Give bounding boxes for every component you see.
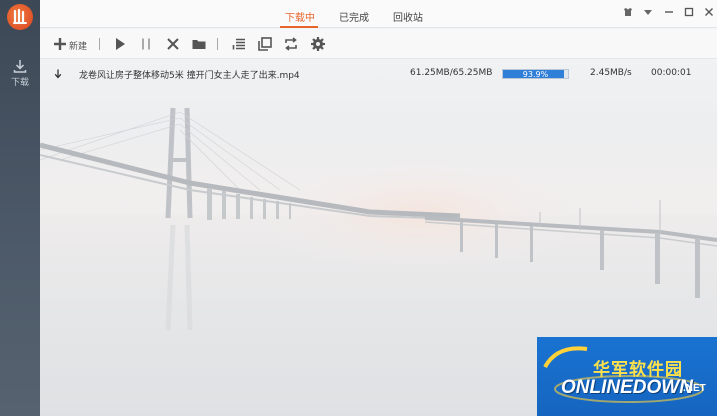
add-icon[interactable] [52,36,68,52]
pause-icon[interactable] [138,36,154,52]
play-icon[interactable] [112,36,128,52]
toolbar-divider [99,38,100,50]
skin-icon[interactable] [622,6,634,18]
repeat-icon[interactable] [283,36,299,52]
minimize-icon[interactable] [663,6,675,18]
tab-bar: 下载中 已完成 回收站 [40,0,717,28]
tab-recycle-bin[interactable]: 回收站 [393,9,423,24]
sidebar-item-download[interactable]: 下载 [0,58,40,92]
new-task-button[interactable]: 新建 [69,39,87,52]
watermark-net-text: .NET [683,383,706,394]
sidebar-item-label: 下载 [10,78,29,88]
tab-completed[interactable]: 已完成 [339,9,369,24]
watermark-en-text: ONLINEDOWN [561,377,693,398]
toolbar: 新建 [40,29,717,59]
copy-icon[interactable] [257,36,273,52]
tab-downloading[interactable]: 下载中 [285,9,315,24]
close-icon[interactable] [703,6,715,18]
active-tab-indicator [280,26,318,28]
download-icon [13,60,27,73]
table-row[interactable]: 龙卷风让房子整体移动5米 撞开门女主人走了出来.mp4 61.25MB/65.2… [40,64,717,84]
task-size: 61.25MB/65.25MB [410,68,493,78]
menu-icon[interactable] [642,6,654,18]
task-time-remaining: 00:00:01 [651,68,692,78]
settings-icon[interactable] [310,36,326,52]
sidebar: 下载 [0,0,40,416]
download-arrow-icon [54,69,62,79]
watermark-logo: 华军软件园 ONLINEDOWN .NET [537,337,717,416]
task-filename: 龙卷风让房子整体移动5米 撞开门女主人走了出来.mp4 [79,71,300,81]
folder-icon[interactable] [191,36,207,52]
maximize-icon[interactable] [683,6,695,18]
delete-icon[interactable] [165,36,181,52]
app-logo-icon [7,4,33,30]
task-speed: 2.45MB/s [590,68,632,78]
task-progress-bar: 93.9% [502,69,569,79]
toolbar-divider [217,38,218,50]
list-icon[interactable] [231,36,247,52]
progress-percent: 93.9% [522,70,549,79]
